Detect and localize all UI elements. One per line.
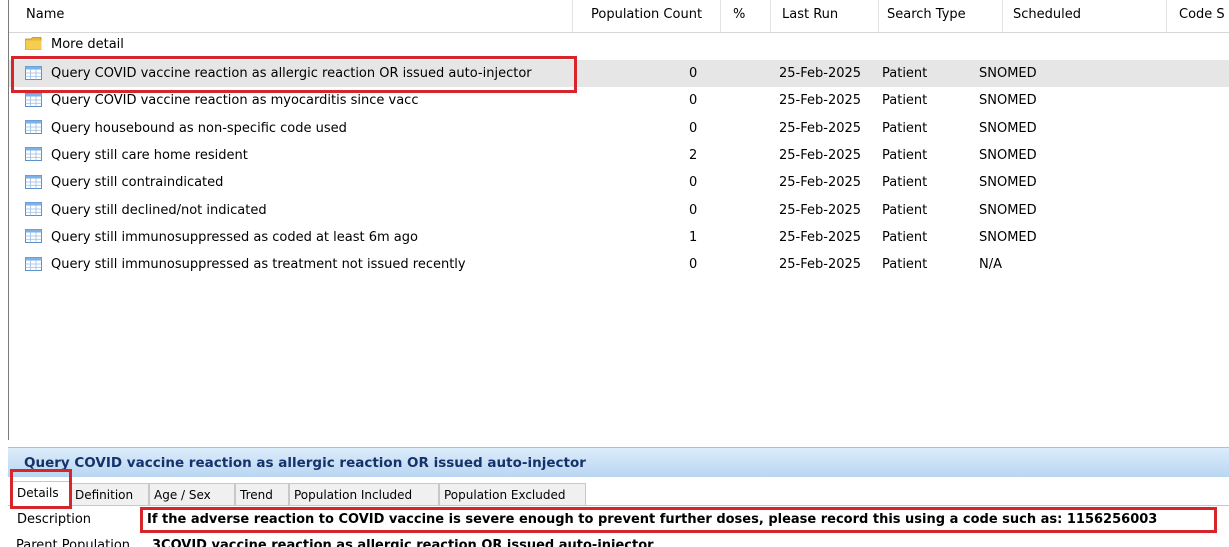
row-code-system: SNOMED: [979, 93, 1037, 109]
row-last-run: 25-Feb-2025: [779, 120, 862, 136]
row-population-count: 0: [689, 202, 698, 218]
row-code-system: SNOMED: [979, 66, 1037, 81]
column-header-scheduled[interactable]: Scheduled: [1003, 0, 1167, 32]
row-population-count: 0: [689, 93, 698, 109]
row-population-count: 0: [689, 66, 698, 81]
row-name: Query still care home resident: [51, 147, 248, 163]
description-row: Description If the adverse reaction to C…: [8, 507, 1229, 533]
table-row[interactable]: Query still care home resident 2 25-Feb-20…: [9, 142, 1229, 169]
row-name: Query still contraindicated: [51, 175, 224, 191]
description-value: If the adverse reaction to COVID vaccine…: [147, 512, 1158, 527]
tab-trend[interactable]: Trend: [235, 483, 289, 505]
row-search-type: Patient: [882, 229, 928, 245]
row-code-system: SNOMED: [979, 202, 1037, 218]
column-header-percent[interactable]: %: [721, 0, 771, 32]
description-label: Description: [17, 512, 92, 527]
row-name: Query housebound as non-specific code us…: [51, 120, 347, 136]
table-row[interactable]: Query COVID vaccine reaction as allergic…: [9, 60, 1229, 87]
column-header-population-count[interactable]: Population Count: [573, 0, 721, 32]
parent-population-value: 3COVID vaccine reaction as allergic reac…: [152, 538, 654, 547]
row-search-type: Patient: [882, 175, 928, 191]
row-population-count: 0: [689, 120, 698, 136]
table-search-icon: [25, 60, 43, 87]
column-header-name[interactable]: Name: [9, 0, 573, 32]
column-header-last-run[interactable]: Last Run: [771, 0, 879, 32]
row-search-type: Patient: [882, 257, 928, 273]
row-code-system: SNOMED: [979, 175, 1037, 191]
row-code-system: SNOMED: [979, 229, 1037, 245]
folder-icon: [25, 33, 43, 57]
table-row[interactable]: Query still immunosuppressed as coded at…: [9, 224, 1229, 251]
row-last-run: 25-Feb-2025: [779, 257, 862, 273]
row-code-system: N/A: [979, 257, 1002, 273]
row-population-count: 1: [689, 229, 698, 245]
row-code-system: SNOMED: [979, 147, 1037, 163]
row-name: Query still immunosuppressed as coded at…: [51, 229, 418, 245]
row-search-type: Patient: [882, 120, 928, 136]
table-row[interactable]: Query housebound as non-specific code us…: [9, 115, 1229, 142]
table-search-icon: [25, 197, 43, 224]
row-code-system: SNOMED: [979, 120, 1037, 136]
table-search-icon: [25, 169, 43, 196]
row-name: Query still immunosuppressed as treatmen…: [51, 257, 466, 273]
row-last-run: 25-Feb-2025: [779, 66, 862, 81]
tab-population-included[interactable]: Population Included: [289, 483, 439, 505]
table-search-icon: [25, 87, 43, 114]
row-last-run: 25-Feb-2025: [779, 202, 862, 218]
tab-population-excluded[interactable]: Population Excluded: [439, 483, 586, 505]
table-row[interactable]: Query COVID vaccine reaction as myocardi…: [9, 87, 1229, 114]
row-last-run: 25-Feb-2025: [779, 175, 862, 191]
folder-row-more-detail[interactable]: More detail: [9, 33, 1229, 57]
row-population-count: 0: [689, 175, 698, 191]
row-population-count: 0: [689, 257, 698, 273]
tab-definition[interactable]: Definition: [70, 483, 149, 505]
parent-population-label: Parent Population: [16, 538, 131, 547]
detail-title-bar: Query COVID vaccine reaction as allergic…: [8, 447, 1229, 477]
detail-tabs: Details Definition Age / Sex Trend Popul…: [8, 481, 1229, 506]
table-search-icon: [25, 142, 43, 169]
grid-header: Name Population Count % Last Run Search …: [9, 0, 1229, 33]
tab-details[interactable]: Details: [12, 481, 70, 506]
folder-label: More detail: [51, 37, 124, 52]
table-search-icon: [25, 251, 43, 278]
row-search-type: Patient: [882, 93, 928, 109]
row-search-type: Patient: [882, 66, 928, 81]
row-name: Query still declined/not indicated: [51, 202, 267, 218]
table-search-icon: [25, 224, 43, 251]
column-header-search-type[interactable]: Search Type: [879, 0, 1003, 32]
row-name: Query COVID vaccine reaction as allergic…: [51, 66, 532, 81]
table-search-icon: [25, 115, 43, 142]
table-row[interactable]: Query still declined/not indicated 0 25-Fe…: [9, 197, 1229, 224]
detail-title: Query COVID vaccine reaction as allergic…: [24, 455, 586, 471]
column-header-code-system[interactable]: Code S: [1167, 0, 1229, 32]
table-row[interactable]: Query still contraindicated 0 25-Feb-2025 P…: [9, 169, 1229, 196]
row-last-run: 25-Feb-2025: [779, 229, 862, 245]
tab-age-sex[interactable]: Age / Sex: [149, 483, 235, 505]
row-search-type: Patient: [882, 147, 928, 163]
parent-population-row: Parent Population 3COVID vaccine reactio…: [8, 533, 1229, 547]
row-last-run: 25-Feb-2025: [779, 93, 862, 109]
row-search-type: Patient: [882, 202, 928, 218]
row-population-count: 2: [689, 147, 698, 163]
table-row[interactable]: Query still immunosuppressed as treatmen…: [9, 251, 1229, 278]
row-last-run: 25-Feb-2025: [779, 147, 862, 163]
results-grid: Name Population Count % Last Run Search …: [8, 0, 1229, 440]
search-results-window: Name Population Count % Last Run Search …: [0, 0, 1229, 547]
row-name: Query COVID vaccine reaction as myocardi…: [51, 93, 419, 109]
